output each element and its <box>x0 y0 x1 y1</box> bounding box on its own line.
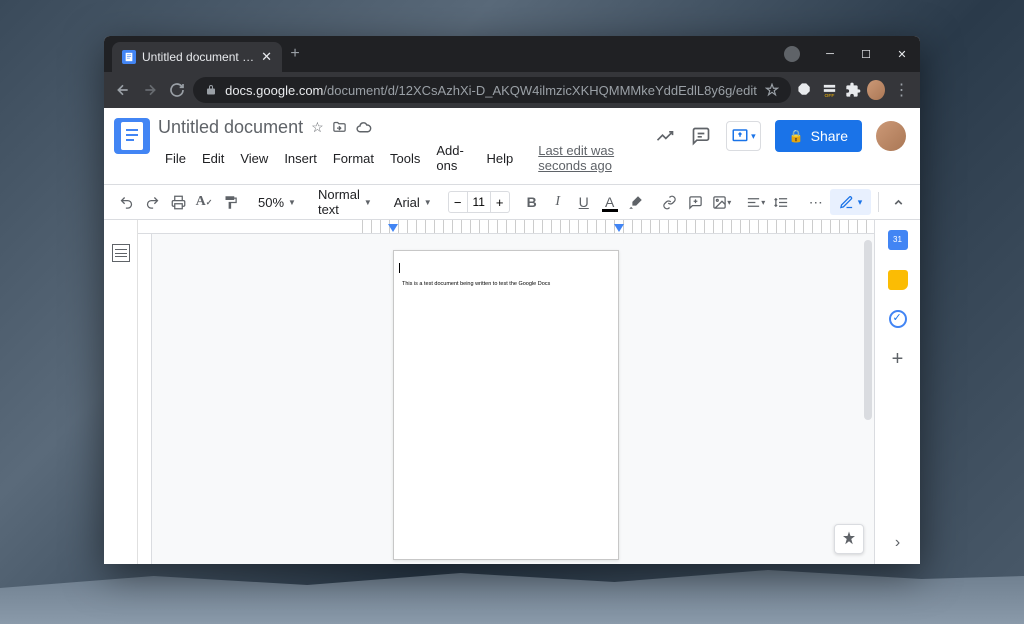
browser-tab-strip: Untitled document - Google Docs ✕ + ─ ☐ … <box>104 36 920 72</box>
document-canvas[interactable]: This is a test document being written to… <box>138 220 874 564</box>
move-icon[interactable] <box>332 120 347 135</box>
lock-icon <box>205 84 217 96</box>
editing-mode-button[interactable]: ▾ <box>830 189 872 215</box>
comments-icon[interactable] <box>690 125 712 147</box>
insert-image-button[interactable]: ▾ <box>710 190 734 214</box>
menu-tools[interactable]: Tools <box>383 148 427 169</box>
italic-button[interactable]: I <box>546 190 570 214</box>
url-text: docs.google.com/document/d/12XCsAzhXi-D_… <box>225 83 757 98</box>
collapse-toolbar-button[interactable] <box>886 190 910 214</box>
font-select[interactable]: Arial▼ <box>388 190 438 214</box>
indent-marker-left-icon[interactable] <box>388 224 398 232</box>
last-edit-link[interactable]: Last edit was seconds ago <box>538 143 646 173</box>
extension-icon-2[interactable]: OFF <box>820 80 838 100</box>
font-size-control: − 11 + <box>448 191 510 213</box>
menu-file[interactable]: File <box>158 148 193 169</box>
menu-addons[interactable]: Add-ons <box>429 140 477 176</box>
toolbar: A✓ 50%▼ Normal text▼ Arial▼ − 11 + B I U… <box>104 184 920 220</box>
insert-comment-button[interactable] <box>684 190 708 214</box>
hide-side-panel-button[interactable]: › <box>895 534 900 552</box>
window-maximize-button[interactable]: ☐ <box>848 36 884 72</box>
nav-forward-button[interactable] <box>139 78 160 102</box>
redo-button[interactable] <box>140 190 164 214</box>
chevron-down-icon: ▾ <box>751 131 756 142</box>
vertical-ruler[interactable] <box>138 234 152 564</box>
underline-button[interactable]: U <box>572 190 596 214</box>
extensions-menu-icon[interactable] <box>844 80 862 100</box>
svg-text:OFF: OFF <box>824 92 834 98</box>
bookmark-star-icon[interactable] <box>765 83 779 97</box>
horizontal-ruler[interactable] <box>138 220 874 234</box>
menu-view[interactable]: View <box>233 148 275 169</box>
text-cursor-icon <box>399 263 400 273</box>
get-addons-button[interactable]: + <box>888 348 908 371</box>
browser-menu-icon[interactable]: ⋮ <box>891 78 912 102</box>
highlight-button[interactable] <box>624 190 648 214</box>
share-button[interactable]: 🔒 Share <box>775 120 862 152</box>
docs-home-button[interactable] <box>114 118 150 154</box>
font-size-value[interactable]: 11 <box>467 192 491 212</box>
tab-close-icon[interactable]: ✕ <box>261 49 272 65</box>
share-label: Share <box>811 128 848 144</box>
keep-addon-icon[interactable] <box>888 270 908 290</box>
style-select[interactable]: Normal text▼ <box>312 190 378 214</box>
address-bar: docs.google.com/document/d/12XCsAzhXi-D_… <box>104 72 920 108</box>
document-page[interactable]: This is a test document being written to… <box>393 250 619 560</box>
workspace: This is a test document being written to… <box>104 220 920 564</box>
window-close-button[interactable]: ✕ <box>884 36 920 72</box>
insert-link-button[interactable] <box>658 190 682 214</box>
browser-profile-avatar[interactable] <box>867 80 885 100</box>
extension-icon-1[interactable] <box>797 80 815 100</box>
update-indicator-icon[interactable] <box>784 46 800 62</box>
font-size-decrease[interactable]: − <box>449 195 467 210</box>
font-size-increase[interactable]: + <box>491 195 509 210</box>
vertical-scrollbar[interactable] <box>864 240 872 420</box>
activity-dashboard-icon[interactable] <box>654 125 676 147</box>
side-panel: + › <box>874 220 920 564</box>
left-sidebar <box>104 220 138 564</box>
print-button[interactable] <box>166 190 190 214</box>
new-tab-button[interactable]: + <box>282 41 308 67</box>
tasks-addon-icon[interactable] <box>889 310 907 328</box>
menu-format[interactable]: Format <box>326 148 381 169</box>
bold-button[interactable]: B <box>520 190 544 214</box>
menu-insert[interactable]: Insert <box>277 148 324 169</box>
document-title[interactable]: Untitled document <box>158 117 303 138</box>
tab-title: Untitled document - Google Docs <box>142 50 255 64</box>
document-outline-button[interactable] <box>112 244 130 262</box>
nav-reload-button[interactable] <box>166 78 187 102</box>
lock-icon: 🔒 <box>789 129 804 143</box>
explore-button[interactable] <box>834 524 864 554</box>
align-button[interactable]: ▾ <box>744 190 768 214</box>
cloud-status-icon[interactable] <box>355 119 372 136</box>
account-avatar[interactable] <box>876 121 906 151</box>
nav-back-button[interactable] <box>112 78 133 102</box>
calendar-addon-icon[interactable] <box>888 230 908 250</box>
line-spacing-button[interactable] <box>770 190 794 214</box>
docs-header: Untitled document ☆ File Edit View Inser… <box>104 108 920 176</box>
menu-edit[interactable]: Edit <box>195 148 231 169</box>
undo-button[interactable] <box>114 190 138 214</box>
more-button[interactable]: ⋯ <box>804 190 828 214</box>
window-minimize-button[interactable]: ─ <box>812 36 848 72</box>
url-field[interactable]: docs.google.com/document/d/12XCsAzhXi-D_… <box>193 77 791 103</box>
docs-favicon <box>122 50 136 64</box>
browser-tab[interactable]: Untitled document - Google Docs ✕ <box>112 42 282 72</box>
document-body-text[interactable]: This is a test document being written to… <box>402 281 610 288</box>
present-button[interactable]: ▾ <box>726 121 761 151</box>
menu-bar: File Edit View Insert Format Tools Add-o… <box>158 140 646 176</box>
menu-help[interactable]: Help <box>479 148 520 169</box>
paint-format-button[interactable] <box>218 190 242 214</box>
zoom-select[interactable]: 50%▼ <box>252 190 302 214</box>
star-icon[interactable]: ☆ <box>311 119 324 136</box>
spellcheck-button[interactable]: A✓ <box>192 190 216 214</box>
indent-marker-right-icon[interactable] <box>614 224 624 232</box>
text-color-button[interactable]: A <box>598 190 622 214</box>
